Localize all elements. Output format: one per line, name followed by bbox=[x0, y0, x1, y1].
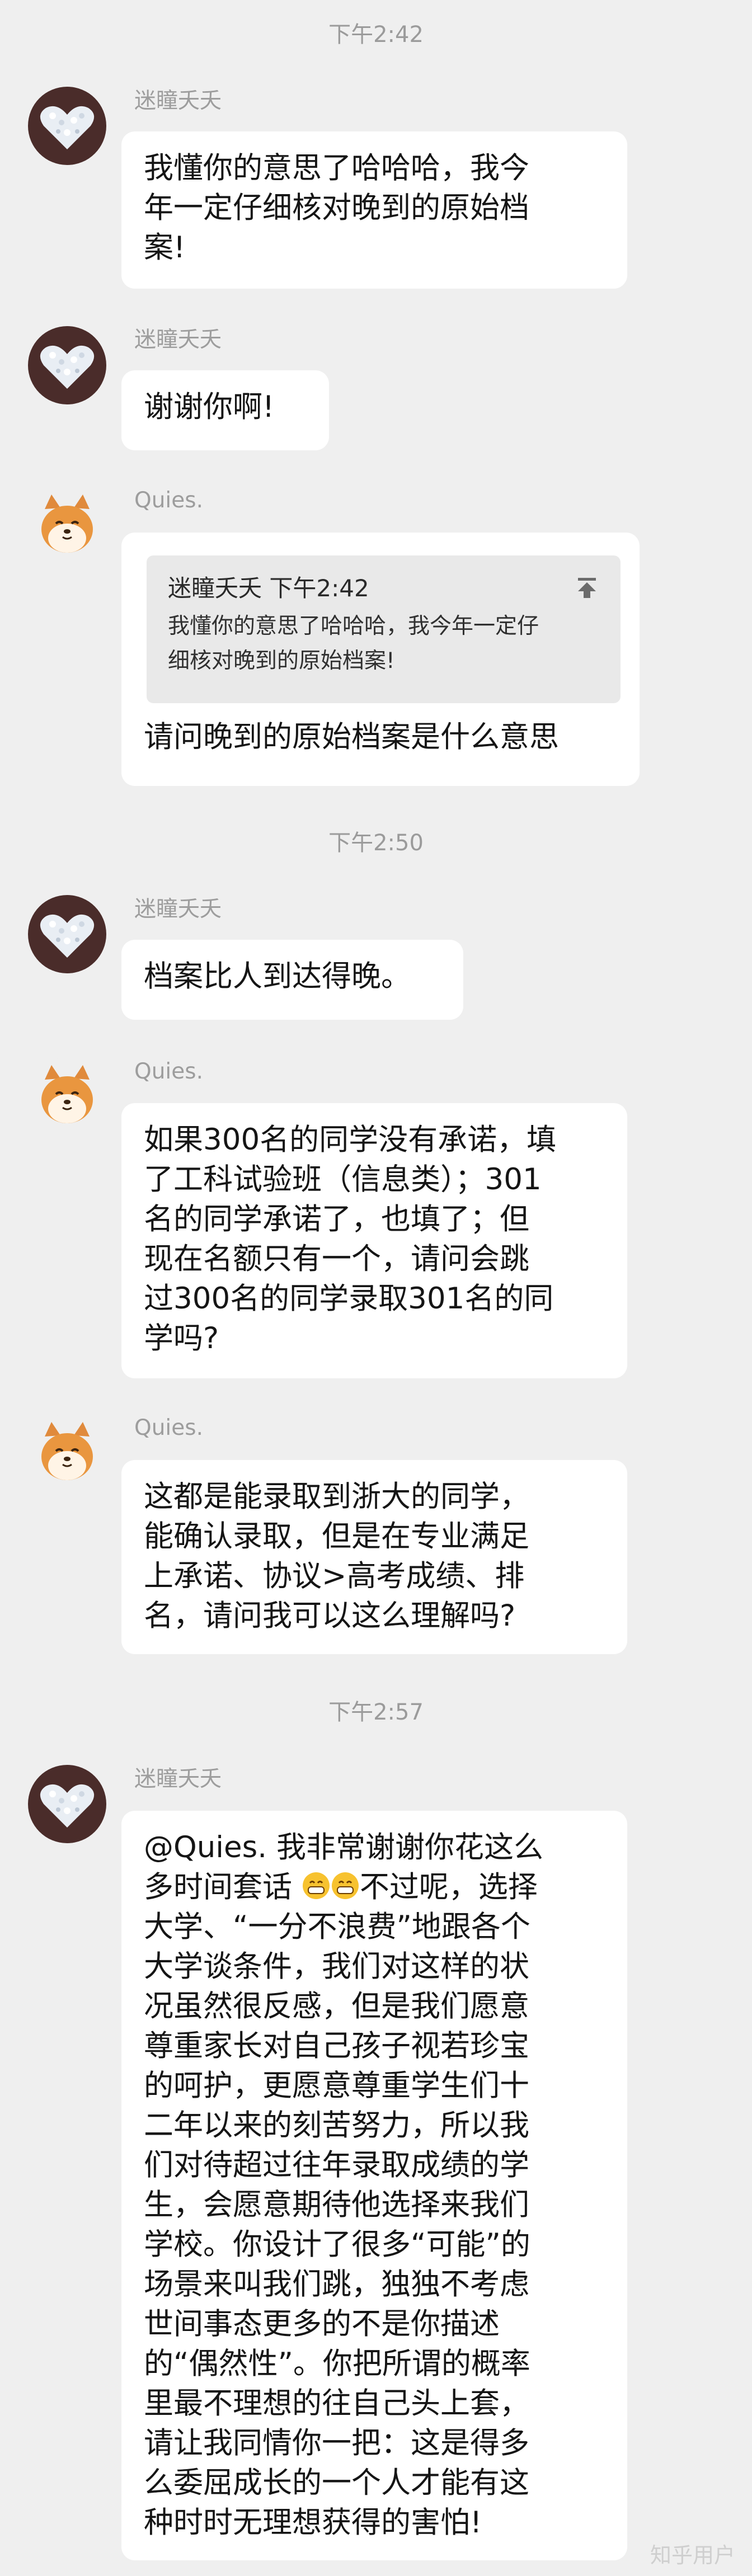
message-text: 的呵护，更愿意尊重学生们十 bbox=[144, 2069, 529, 2103]
message-text: 多时间套话 不过呢，选择 bbox=[144, 1867, 605, 1907]
sender-name: Quies. bbox=[134, 1059, 203, 1084]
message-text: 档案比人到达得晚。 bbox=[144, 959, 411, 993]
timestamp: 下午2:42 bbox=[328, 22, 424, 48]
message-text: 能确认录取，但是在专业满足 bbox=[144, 1519, 529, 1553]
message-text: 请问晚到的原始档案是什么意思 bbox=[144, 720, 559, 754]
message-bubble[interactable]: 谢谢你啊! bbox=[121, 370, 329, 450]
jump-to-top-icon[interactable] bbox=[575, 576, 599, 600]
message-text: 场景来叫我们跳，独独不考虑 bbox=[144, 2267, 529, 2301]
sender-name: Quies. bbox=[134, 488, 203, 513]
message-text: 过300名的同学录取301名的同 bbox=[144, 1282, 554, 1316]
quote-text: 我懂你的意思了哈哈哈，我今年一定仔 bbox=[168, 614, 539, 639]
avatar-sparkle-heart-icon[interactable] bbox=[28, 326, 106, 404]
avatar-shiba-dog-icon[interactable] bbox=[28, 487, 106, 565]
quote-author: 迷瞳夭夭 bbox=[168, 574, 262, 602]
message-text: 上承诺、协议>高考成绩、排 bbox=[144, 1559, 525, 1593]
message-text: 种时时无理想获得的害怕! bbox=[144, 2506, 482, 2540]
sender-name: 迷瞳夭夭 bbox=[134, 327, 222, 352]
watermark: 知乎用户 bbox=[650, 2543, 735, 2568]
message-text: 谢谢你啊! bbox=[144, 390, 275, 424]
message-text: 么委屈成长的一个人才能有这 bbox=[144, 2466, 529, 2500]
quote-text: 细核对晚到的原始档案! bbox=[168, 648, 395, 674]
message-text: 大学谈条件，我们对这样的状 bbox=[144, 1949, 529, 1984]
message-text: 大学、“一分不浪费”地跟各个 bbox=[144, 1910, 530, 1944]
message-text: 了工科试验班（信息类）；301 bbox=[144, 1162, 542, 1197]
quoted-message[interactable]: 迷瞳夭夭 下午2:42 我懂你的意思了哈哈哈，我今年一定仔 细核对晚到的原始档案… bbox=[147, 555, 621, 703]
message-text: 现在名额只有一个，请问会跳 bbox=[144, 1242, 529, 1276]
sparkle-heart-icon bbox=[28, 326, 106, 404]
grinning-emoji-icon bbox=[302, 1872, 330, 1899]
message-text: 的“偶然性”。你把所谓的概率 bbox=[144, 2347, 530, 2381]
message-text: 生，会愿意期待他选择来我们 bbox=[144, 2188, 529, 2222]
timestamp: 下午2:57 bbox=[328, 1699, 424, 1725]
message-text: 如果300名的同学没有承诺，填 bbox=[144, 1123, 557, 1157]
message-text: 案! bbox=[144, 230, 186, 265]
message-text: 们对待超过往年录取成绩的学 bbox=[144, 2148, 529, 2182]
message-text-part: 不过呢，选择 bbox=[359, 1870, 538, 1904]
message-text: 二年以来的刻苦努力，所以我 bbox=[144, 2108, 529, 2142]
message-text: 我懂你的意思了哈哈哈，我今 bbox=[144, 151, 529, 185]
sender-name: 迷瞳夭夭 bbox=[134, 1767, 222, 1792]
message-text: 尊重家长对自己孩子视若珍宝 bbox=[144, 2029, 529, 2063]
avatar-shiba-dog-icon[interactable] bbox=[28, 1414, 106, 1492]
message-text: 这都是能录取到浙大的同学， bbox=[144, 1480, 529, 1514]
sparkle-heart-icon bbox=[28, 1765, 106, 1843]
message-text: 年一定仔细核对晚到的原始档 bbox=[144, 191, 529, 225]
avatar-sparkle-heart-icon[interactable] bbox=[28, 895, 106, 973]
message-text: 请让我同情你一把：这是得多 bbox=[144, 2426, 529, 2460]
message-text: 名，请问我可以这么理解吗? bbox=[144, 1599, 516, 1633]
sender-name: Quies. bbox=[134, 1415, 203, 1440]
grinning-emoji-icon bbox=[331, 1872, 359, 1899]
message-text: @Quies. 我非常谢谢你花这么 bbox=[144, 1828, 605, 1867]
sparkle-heart-icon bbox=[28, 895, 106, 973]
timestamp: 下午2:50 bbox=[328, 830, 424, 856]
message-text: 名的同学承诺了，也填了；但 bbox=[144, 1202, 529, 1236]
sender-name: 迷瞳夭夭 bbox=[134, 88, 222, 114]
avatar-shiba-dog-icon[interactable] bbox=[28, 1057, 106, 1136]
message-text-part: 多时间套话 bbox=[144, 1870, 292, 1904]
shiba-dog-icon bbox=[28, 1414, 106, 1492]
avatar-sparkle-heart-icon[interactable] bbox=[28, 87, 106, 165]
message-text-part: @Quies. 我非常谢谢你花这么 bbox=[144, 1830, 543, 1864]
message-bubble[interactable]: 这都是能录取到浙大的同学， 能确认录取，但是在专业满足 上承诺、协议>高考成绩、… bbox=[121, 1460, 627, 1654]
message-bubble[interactable]: 档案比人到达得晚。 bbox=[121, 940, 463, 1020]
quote-time: 下午2:42 bbox=[269, 574, 369, 602]
message-text: 世间事态更多的不是你描述 bbox=[144, 2307, 500, 2341]
shiba-dog-icon bbox=[28, 487, 106, 565]
message-text: 里最不理想的往自己头上套， bbox=[144, 2386, 529, 2420]
quote-header: 迷瞳夭夭 下午2:42 bbox=[168, 574, 599, 602]
sparkle-heart-icon bbox=[28, 87, 106, 165]
message-bubble[interactable]: 我懂你的意思了哈哈哈，我今 年一定仔细核对晚到的原始档 案! bbox=[121, 131, 627, 289]
avatar-sparkle-heart-icon[interactable] bbox=[28, 1765, 106, 1843]
message-text: 学校。你设计了很多“可能”的 bbox=[144, 2227, 530, 2262]
message-bubble[interactable]: @Quies. 我非常谢谢你花这么 多时间套话 不过呢，选择 大学、“一分不浪费… bbox=[121, 1811, 627, 2560]
chat-view[interactable]: 下午2:42 迷瞳夭夭 我懂你的意思了哈哈哈，我今 年一定仔细核对晚到的原始档 … bbox=[0, 0, 752, 2576]
message-text: 学吗? bbox=[144, 1321, 219, 1355]
message-bubble[interactable]: 如果300名的同学没有承诺，填 了工科试验班（信息类）；301 名的同学承诺了，… bbox=[121, 1103, 627, 1378]
message-text: 况虽然很反感，但是我们愿意 bbox=[144, 1989, 529, 2023]
shiba-dog-icon bbox=[28, 1057, 106, 1136]
sender-name: 迷瞳夭夭 bbox=[134, 897, 222, 922]
